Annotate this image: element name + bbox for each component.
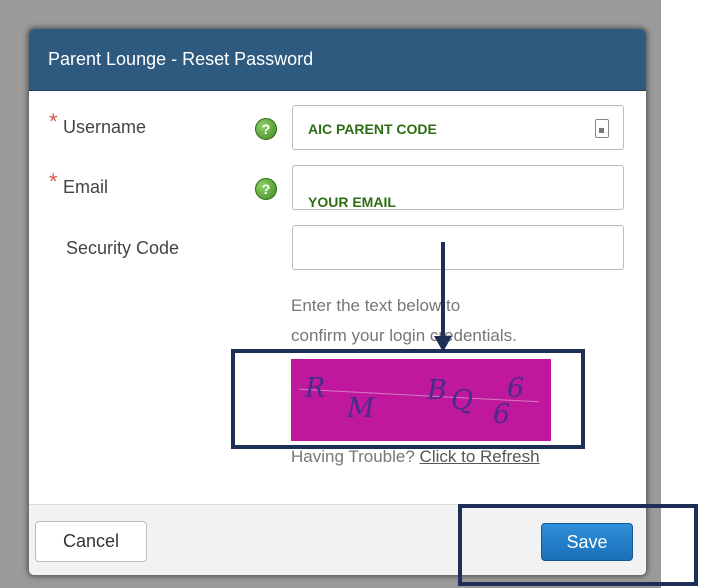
email-value: YOUR EMAIL: [308, 194, 396, 210]
security-code-label: Security Code: [66, 238, 180, 258]
email-help-icon[interactable]: ?: [255, 178, 277, 200]
username-field[interactable]: AIC PARENT CODE: [292, 105, 624, 150]
email-required-marker: *: [49, 169, 58, 194]
dialog-title-bar: Parent Lounge - Reset Password: [29, 29, 646, 91]
username-required-marker: *: [49, 109, 58, 134]
annotation-box-save: [458, 504, 698, 586]
email-field[interactable]: YOUR EMAIL: [292, 165, 624, 210]
trouble-label: Having Trouble?: [291, 447, 415, 466]
username-value: AIC PARENT CODE: [308, 121, 437, 137]
captcha-hint-line-1: Enter the text below to: [291, 296, 461, 315]
username-help-icon[interactable]: ?: [255, 118, 277, 140]
captcha-trouble-text: Having Trouble? Click to Refresh: [291, 447, 540, 467]
cancel-button[interactable]: Cancel: [35, 521, 147, 562]
security-code-input[interactable]: [292, 225, 624, 270]
keyboard-icon[interactable]: [595, 119, 609, 138]
captcha-hint-line-2: confirm your login credentials.: [291, 326, 517, 345]
email-label: Email: [63, 177, 109, 197]
captcha-hint: Enter the text below to confirm your log…: [291, 291, 621, 351]
annotation-box-captcha: [231, 349, 585, 449]
username-label: Username: [63, 117, 147, 137]
annotation-arrow-shaft: [441, 242, 445, 340]
reset-password-dialog: Parent Lounge - Reset Password * Usernam…: [28, 28, 647, 576]
refresh-captcha-link[interactable]: Click to Refresh: [420, 447, 540, 466]
dialog-title: Parent Lounge - Reset Password: [48, 49, 314, 69]
